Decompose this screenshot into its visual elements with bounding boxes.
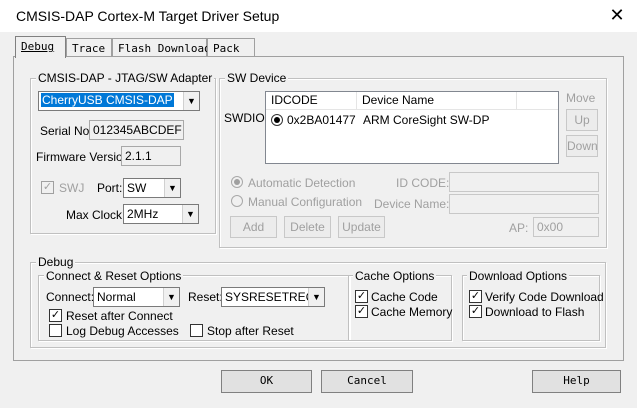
reset-select-value: SYSRESETREQ <box>225 290 316 304</box>
debug-group-label: Debug <box>36 255 76 269</box>
adapter-select[interactable]: CherryUSB CMSIS-DAP ▼ <box>38 91 200 111</box>
update-button[interactable]: Update <box>338 216 385 238</box>
stop-after-reset-label: Stop after Reset <box>207 324 294 338</box>
move-down-button[interactable]: Down <box>566 135 598 157</box>
verify-code-download-checkbox[interactable]: ✓ <box>469 290 482 303</box>
adapter-select-value: CherryUSB CMSIS-DAP <box>41 93 174 107</box>
manual-configuration-radio[interactable] <box>231 195 243 207</box>
window-title: CMSIS-DAP Cortex-M Target Driver Setup <box>16 8 280 24</box>
help-button[interactable]: Help <box>532 370 621 393</box>
tab-trace[interactable]: Trace <box>66 38 112 58</box>
sw-device-list[interactable]: IDCODE Device Name 0x2BA01477 ARM CoreSi… <box>265 91 559 164</box>
chevron-down-icon: ▼ <box>182 205 198 223</box>
tab-flash-download-label: Flash Download <box>118 42 211 55</box>
cache-code-checkbox[interactable]: ✓ <box>355 290 368 303</box>
column-header-idcode[interactable]: IDCODE <box>266 92 357 110</box>
reset-select[interactable]: SYSRESETREQ ▼ <box>221 287 325 307</box>
id-code-input[interactable] <box>449 172 599 192</box>
sw-device-group-label: SW Device <box>225 71 289 85</box>
table-row[interactable]: 0x2BA01477 ARM CoreSight SW-DP <box>266 111 558 129</box>
download-options-group-label: Download Options <box>467 269 570 283</box>
firmware-label: Firmware Version: <box>36 150 133 164</box>
sw-device-list-header: IDCODE Device Name <box>266 92 558 110</box>
row-device-name: ARM CoreSight SW-DP <box>363 113 490 127</box>
automatic-detection-label: Automatic Detection <box>248 176 356 190</box>
ap-input[interactable]: 0x00 <box>533 217 599 237</box>
maxclock-label: Max Clock: <box>66 208 126 222</box>
swj-label: SWJ <box>59 181 85 195</box>
serial-value: 012345ABCDEF <box>89 120 184 140</box>
chevron-down-icon: ▼ <box>308 288 324 306</box>
verify-code-download-label: Verify Code Download <box>485 290 604 304</box>
connect-label: Connect: <box>46 290 95 304</box>
manual-configuration-label: Manual Configuration <box>248 195 363 209</box>
move-label: Move <box>566 91 596 105</box>
chevron-down-icon: ▼ <box>163 288 179 306</box>
maxclock-select[interactable]: 2MHz ▼ <box>123 204 199 224</box>
chevron-down-icon: ▼ <box>164 179 180 197</box>
delete-button[interactable]: Delete <box>284 216 331 238</box>
reset-after-connect-checkbox[interactable]: ✓ <box>49 309 62 322</box>
connect-reset-group-label: Connect & Reset Options <box>44 269 184 283</box>
log-debug-accesses-checkbox[interactable] <box>49 324 62 337</box>
port-label: Port: <box>97 181 123 195</box>
tab-flash-download[interactable]: Flash Download <box>112 38 211 58</box>
reset-after-connect-label: Reset after Connect <box>66 309 173 323</box>
serial-label: Serial No: <box>40 124 93 138</box>
tab-debug[interactable]: Debug <box>15 36 66 58</box>
row-radio-selected[interactable] <box>271 114 283 126</box>
stop-after-reset-checkbox[interactable] <box>190 324 203 337</box>
cache-code-label: Cache Code <box>371 290 438 304</box>
cache-memory-checkbox[interactable]: ✓ <box>355 305 368 318</box>
ok-button[interactable]: OK <box>221 370 312 393</box>
move-up-button[interactable]: Up <box>566 109 598 131</box>
column-header-device-name[interactable]: Device Name <box>357 92 517 110</box>
tab-panel-debug: CMSIS-DAP - JTAG/SW Adapter CherryUSB CM… <box>13 56 624 361</box>
row-idcode: 0x2BA01477 <box>287 113 356 127</box>
cancel-button[interactable]: Cancel <box>321 370 413 393</box>
device-name-input[interactable] <box>449 194 599 214</box>
tab-pack[interactable]: Pack <box>207 38 255 58</box>
log-debug-accesses-label: Log Debug Accesses <box>66 324 179 338</box>
tab-debug-label: Debug <box>21 40 55 53</box>
automatic-detection-radio[interactable] <box>231 176 243 188</box>
connect-select-value: Normal <box>97 290 136 304</box>
download-to-flash-checkbox[interactable]: ✓ <box>469 305 482 318</box>
cache-options-group-label: Cache Options <box>353 269 437 283</box>
swj-checkbox[interactable]: ✓ <box>41 181 54 194</box>
cache-memory-label: Cache Memory <box>371 305 453 319</box>
port-select-value: SW <box>127 181 147 195</box>
add-button[interactable]: Add <box>230 216 277 238</box>
close-icon[interactable]: ✕ <box>605 4 629 28</box>
tab-pack-label: Pack <box>213 42 240 55</box>
download-to-flash-label: Download to Flash <box>485 305 585 319</box>
port-select[interactable]: SW ▼ <box>123 178 181 198</box>
adapter-group-label: CMSIS-DAP - JTAG/SW Adapter <box>36 71 215 85</box>
id-code-label: ID CODE: <box>396 176 450 190</box>
swdio-label: SWDIO <box>224 111 265 125</box>
connect-select[interactable]: Normal ▼ <box>93 287 180 307</box>
tab-trace-label: Trace <box>72 42 106 55</box>
reset-label: Reset: <box>188 290 223 304</box>
chevron-down-icon: ▼ <box>183 92 199 110</box>
maxclock-select-value: 2MHz <box>127 207 159 221</box>
ap-label: AP: <box>509 221 529 235</box>
firmware-value: 2.1.1 <box>121 146 181 166</box>
device-name-label: Device Name: <box>374 197 450 211</box>
